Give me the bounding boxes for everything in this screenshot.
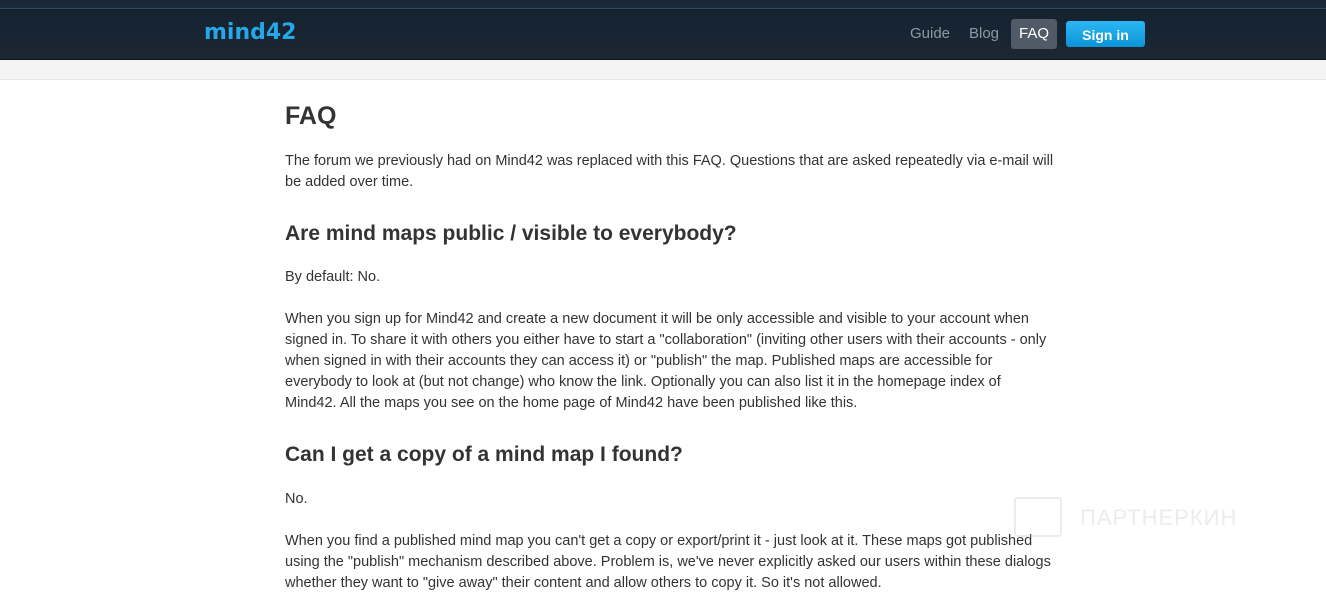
faq-answer-public-short: By default: No. (285, 269, 381, 285)
faq-question-public: Are mind maps public / visible to everyb… (285, 222, 737, 245)
sign-in-button[interactable]: Sign in (1066, 21, 1145, 47)
watermark-text: ПАРТНЕРКИН (1080, 505, 1238, 530)
faq-answer-copy-short: No. (285, 491, 308, 507)
nav-guide-link[interactable]: Guide (910, 19, 950, 49)
faq-answer-copy-detail: When you find a published mind map you c… (285, 533, 1051, 591)
nav-faq-link[interactable]: FAQ (1011, 19, 1058, 49)
nav-blog-link[interactable]: Blog (969, 19, 999, 49)
faq-question-copy: Can I get a copy of a mind map I found? (285, 443, 683, 466)
intro-text: The forum we previously had on Mind42 wa… (285, 153, 1054, 190)
watermark: ПАРТНЕРКИН (1014, 497, 1276, 539)
header-subbar (0, 60, 1326, 80)
faq-answer-public-detail: When you sign up for Mind42 and create a… (285, 311, 1047, 411)
watermark-logo-icon (1014, 497, 1062, 537)
top-navigation-bar: mind42 Guide Blog FAQ Sign in (0, 0, 1326, 60)
header-accent-line (0, 8, 1326, 9)
page-title: FAQ (285, 102, 337, 130)
